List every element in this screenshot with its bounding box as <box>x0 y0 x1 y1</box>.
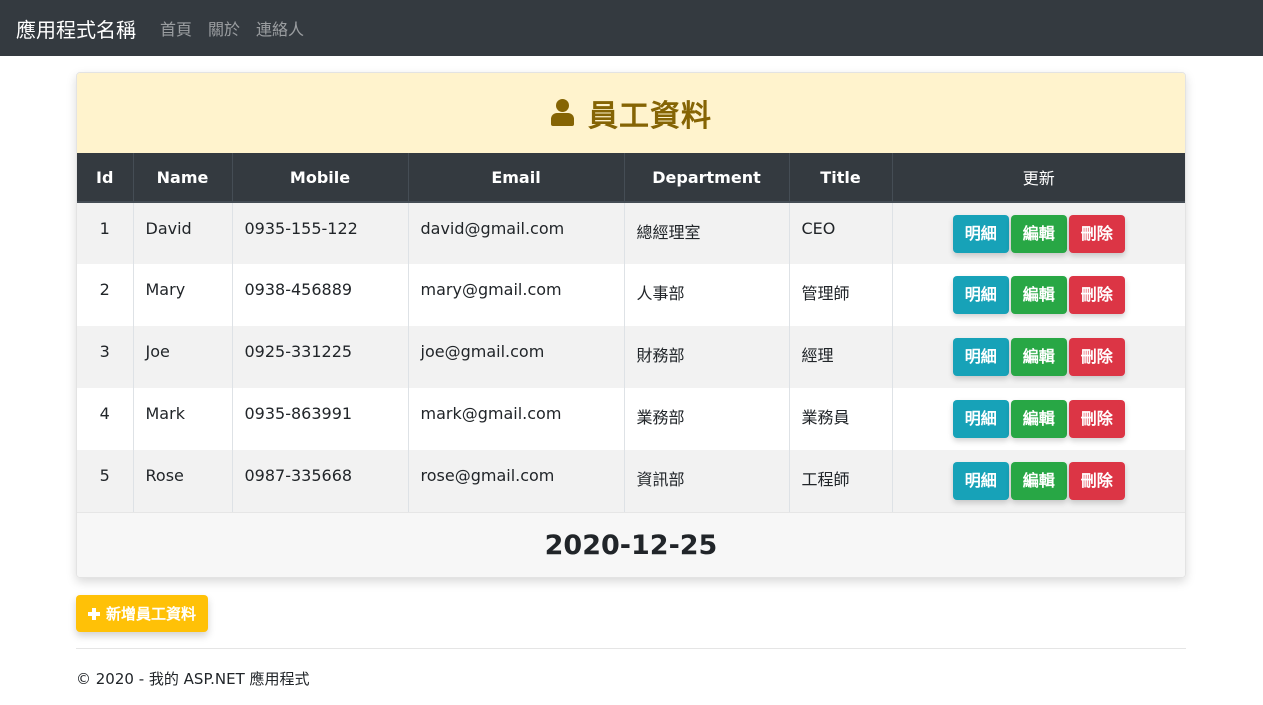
edit-button[interactable]: 編輯 <box>1010 400 1067 438</box>
edit-button[interactable]: 編輯 <box>1010 215 1067 253</box>
cell-department: 總經理室 <box>624 202 790 264</box>
cell-name: David <box>133 202 233 264</box>
delete-button[interactable]: 刪除 <box>1068 400 1125 438</box>
cell-mobile: 0987-335668 <box>232 450 409 512</box>
cell-actions: 明細 編輯 刪除 <box>892 202 1185 264</box>
main-container: 員工資料 Id Name Mobile Email Department Tit… <box>76 72 1186 578</box>
cell-title: 管理師 <box>789 264 893 326</box>
cell-id: 1 <box>77 202 134 264</box>
delete-button[interactable]: 刪除 <box>1068 338 1125 376</box>
cell-email: joe@gmail.com <box>408 326 625 388</box>
cell-email: rose@gmail.com <box>408 450 625 512</box>
cell-email: david@gmail.com <box>408 202 625 264</box>
nav-link-about[interactable]: 關於 <box>208 16 240 40</box>
table-row: 2 Mary 0938-456889 mary@gmail.com 人事部 管理… <box>77 264 1185 326</box>
cell-title: 業務員 <box>789 388 893 450</box>
card-header: 員工資料 <box>77 73 1185 153</box>
cell-actions: 明細 編輯 刪除 <box>892 450 1185 512</box>
footer-date: 2020-12-25 <box>544 529 718 561</box>
cell-mobile: 0935-155-122 <box>232 202 409 264</box>
employee-table: Id Name Mobile Email Department Title 更新… <box>77 153 1185 512</box>
table-row: 4 Mark 0935-863991 mark@gmail.com 業務部 業務… <box>77 388 1185 450</box>
add-employee-button[interactable]: 新增員工資料 <box>76 595 209 632</box>
footer-divider <box>76 648 1186 649</box>
user-icon <box>550 99 574 127</box>
cell-name: Rose <box>133 450 233 512</box>
cell-id: 2 <box>77 264 134 326</box>
nav-link-contact[interactable]: 連絡人 <box>256 16 304 40</box>
card-title: 員工資料 <box>588 99 712 134</box>
cell-id: 3 <box>77 326 134 388</box>
details-button[interactable]: 明細 <box>952 400 1009 438</box>
plus-icon <box>88 607 100 620</box>
cell-name: Mark <box>133 388 233 450</box>
navbar: 應用程式名稱 首頁 關於 連絡人 <box>0 0 1263 56</box>
details-button[interactable]: 明細 <box>952 462 1009 500</box>
edit-button[interactable]: 編輯 <box>1010 462 1067 500</box>
footer-copyright: © 2020 - 我的 ASP.NET 應用程式 <box>76 670 310 688</box>
delete-button[interactable]: 刪除 <box>1068 215 1125 253</box>
column-header-update: 更新 <box>892 153 1185 203</box>
edit-button[interactable]: 編輯 <box>1010 276 1067 314</box>
cell-id: 4 <box>77 388 134 450</box>
card-footer: 2020-12-25 <box>77 512 1185 577</box>
table-row: 5 Rose 0987-335668 rose@gmail.com 資訊部 工程… <box>77 450 1185 512</box>
table-header-row: Id Name Mobile Email Department Title 更新 <box>77 153 1185 203</box>
column-header-mobile: Mobile <box>232 153 409 203</box>
cell-name: Joe <box>133 326 233 388</box>
cell-department: 人事部 <box>624 264 790 326</box>
details-button[interactable]: 明細 <box>952 276 1009 314</box>
cell-actions: 明細 編輯 刪除 <box>892 326 1185 388</box>
cell-department: 資訊部 <box>624 450 790 512</box>
cell-department: 業務部 <box>624 388 790 450</box>
cell-id: 5 <box>77 450 134 512</box>
delete-button[interactable]: 刪除 <box>1068 276 1125 314</box>
column-header-email: Email <box>408 153 625 203</box>
cell-mobile: 0925-331225 <box>232 326 409 388</box>
details-button[interactable]: 明細 <box>952 338 1009 376</box>
column-header-id: Id <box>77 153 134 203</box>
cell-email: mark@gmail.com <box>408 388 625 450</box>
details-button[interactable]: 明細 <box>952 215 1009 253</box>
cell-mobile: 0935-863991 <box>232 388 409 450</box>
cell-department: 財務部 <box>624 326 790 388</box>
column-header-title: Title <box>789 153 893 203</box>
table-row: 3 Joe 0925-331225 joe@gmail.com 財務部 經理 明… <box>77 326 1185 388</box>
cell-email: mary@gmail.com <box>408 264 625 326</box>
table-row: 1 David 0935-155-122 david@gmail.com 總經理… <box>77 202 1185 264</box>
edit-button[interactable]: 編輯 <box>1010 338 1067 376</box>
add-employee-label: 新增員工資料 <box>106 605 197 623</box>
column-header-name: Name <box>133 153 233 203</box>
delete-button[interactable]: 刪除 <box>1068 462 1125 500</box>
cell-name: Mary <box>133 264 233 326</box>
nav-link-home[interactable]: 首頁 <box>160 16 192 40</box>
cell-title: 工程師 <box>789 450 893 512</box>
cell-actions: 明細 編輯 刪除 <box>892 264 1185 326</box>
employee-card: 員工資料 Id Name Mobile Email Department Tit… <box>76 72 1186 578</box>
cell-mobile: 0938-456889 <box>232 264 409 326</box>
column-header-department: Department <box>624 153 790 203</box>
cell-title: CEO <box>789 202 893 264</box>
cell-actions: 明細 編輯 刪除 <box>892 388 1185 450</box>
navbar-brand[interactable]: 應用程式名稱 <box>16 14 136 43</box>
cell-title: 經理 <box>789 326 893 388</box>
